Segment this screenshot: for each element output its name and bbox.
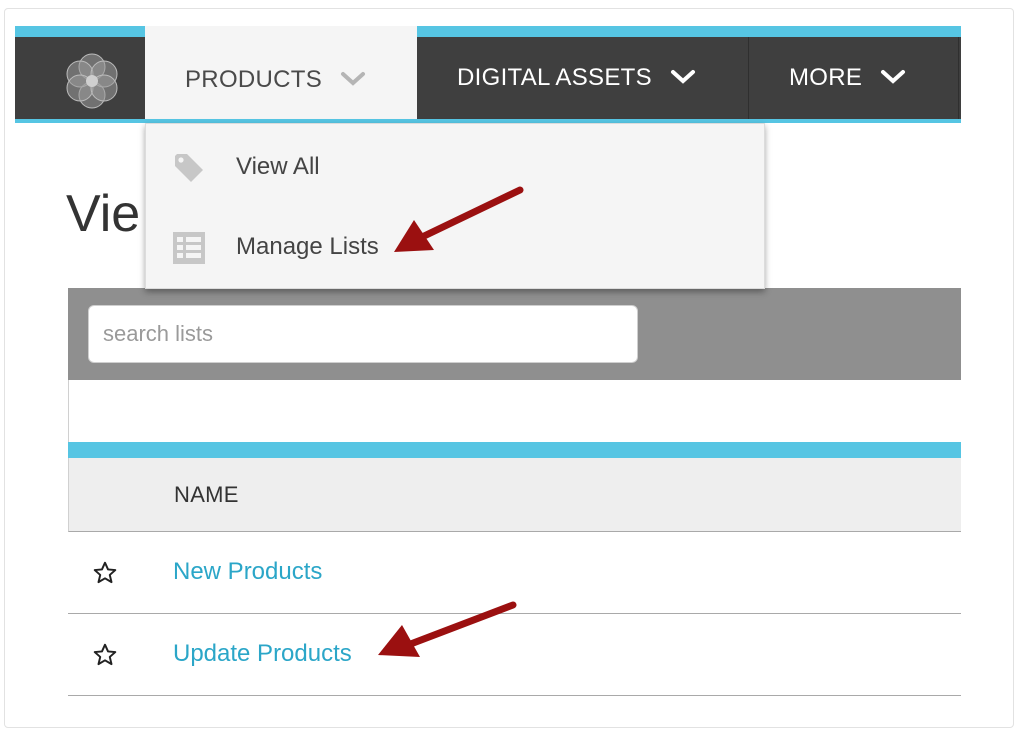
star-icon[interactable] bbox=[92, 560, 118, 591]
table-accent-stripe bbox=[68, 442, 961, 458]
products-dropdown-menu: View All Manage Lists bbox=[145, 123, 765, 289]
column-header-name[interactable]: NAME bbox=[174, 482, 239, 508]
list-link-update-products[interactable]: Update Products bbox=[173, 640, 352, 668]
list-icon bbox=[172, 231, 206, 265]
nav-tab-digital-assets-label: DIGITAL ASSETS bbox=[457, 64, 652, 91]
nav-tab-products[interactable]: PRODUCTS bbox=[145, 26, 417, 123]
nav-tab-more-label: MORE bbox=[789, 64, 863, 91]
flower-logo-icon[interactable] bbox=[61, 50, 123, 112]
table-header: NAME bbox=[68, 458, 961, 532]
chevron-down-icon bbox=[670, 64, 696, 92]
menu-item-view-all[interactable]: View All bbox=[146, 127, 764, 207]
chevron-down-icon bbox=[880, 64, 906, 92]
table-row: Update Products bbox=[68, 614, 961, 696]
star-icon[interactable] bbox=[92, 642, 118, 673]
tag-icon bbox=[172, 151, 206, 185]
menu-item-manage-lists[interactable]: Manage Lists bbox=[146, 207, 764, 287]
top-nav: PRODUCTS DIGITAL ASSETS MORE bbox=[15, 26, 961, 123]
menu-item-label: View All bbox=[236, 153, 320, 180]
search-input[interactable] bbox=[88, 305, 638, 363]
list-link-new-products[interactable]: New Products bbox=[173, 558, 322, 586]
menu-item-label: Manage Lists bbox=[236, 233, 379, 260]
table-row: New Products bbox=[68, 532, 961, 614]
nav-tab-products-label: PRODUCTS bbox=[185, 66, 323, 93]
nav-tab-more[interactable]: MORE bbox=[749, 37, 959, 119]
page-title: Vie bbox=[66, 185, 141, 243]
search-panel bbox=[68, 288, 961, 380]
nav-tab-digital-assets[interactable]: DIGITAL ASSETS bbox=[417, 37, 749, 119]
toolbar-row bbox=[68, 380, 961, 442]
chevron-down-icon bbox=[340, 66, 366, 94]
